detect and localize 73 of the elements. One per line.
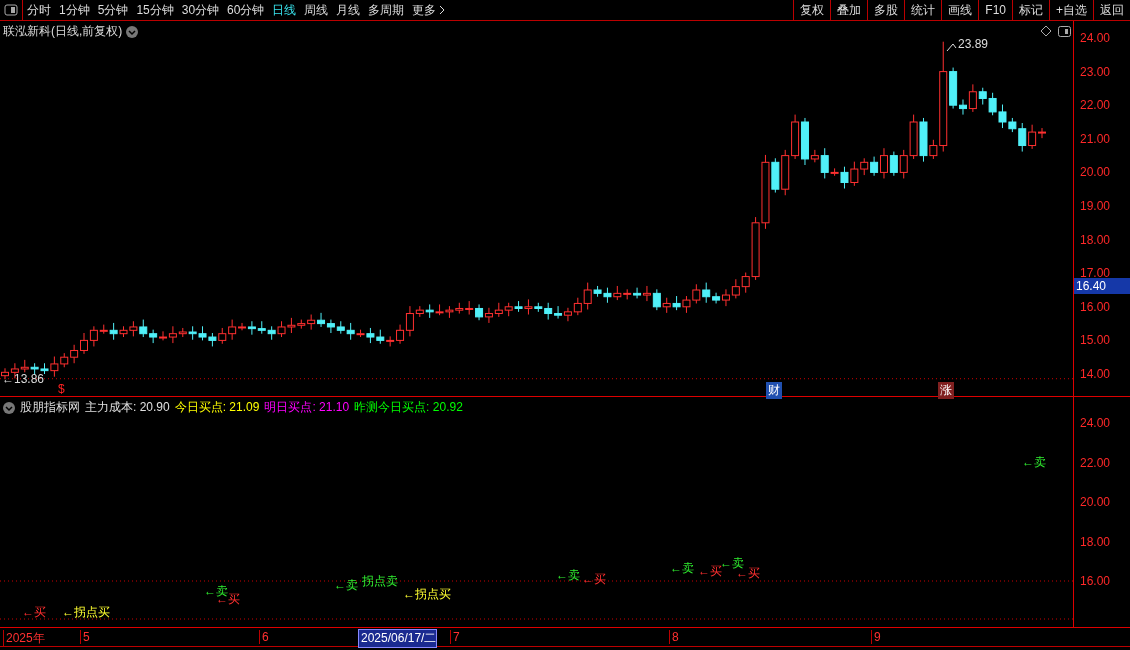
event-marker[interactable]: 涨 [938,382,954,399]
period-tab[interactable]: 多周期 [364,0,409,20]
period-tab[interactable]: 5分钟 [93,0,133,20]
axis-label: 23.00 [1080,64,1111,79]
signal-label: ←拐点买 [62,604,110,621]
event-marker[interactable]: 财 [766,382,782,399]
axis-label: 16.00 [1080,299,1111,314]
axis-label: 20.00 [1080,165,1111,180]
signal-label: ←买 [698,563,722,580]
panel-icon[interactable] [4,4,18,16]
toolbar-button[interactable]: 叠加 [830,0,868,20]
indicator-name: 股朋指标网 [20,399,80,416]
axis-label: 18.00 [1080,534,1111,549]
signal-label: ←卖 [334,577,358,594]
period-tab[interactable]: 周线 [300,0,333,20]
axis-label: 17.00 [1080,266,1111,281]
chevron-down-icon[interactable] [126,25,139,38]
period-tab[interactable]: 15分钟 [132,0,178,20]
date-label: 7 [450,630,460,644]
axis-label: 21.00 [1080,131,1111,146]
axis-label: 22.00 [1080,98,1111,113]
indicator-value: 主力成本: 20.90 [85,399,170,416]
chart-title: 联泓新科(日线,前复权) [3,23,123,40]
date-label: 5 [80,630,90,644]
high-price-label: 23.89 [958,37,989,51]
period-tab[interactable]: 1分钟 [55,0,94,20]
toolbar-button[interactable]: +自选 [1049,0,1093,20]
high-pointer-icon [946,43,957,52]
date-label: 9 [871,630,881,644]
period-tab[interactable]: 30分钟 [177,0,224,20]
signal-label: ←卖 [556,567,580,584]
toolbar-button[interactable]: 画线 [941,0,979,20]
low-price-label: ←13.86 [2,372,45,386]
panel-icon[interactable] [1058,26,1071,37]
axis-label: 14.00 [1080,367,1111,381]
toolbar-button[interactable]: 多股 [867,0,905,20]
axis-label: 19.00 [1080,199,1111,213]
signal-label: 拐点卖 [362,573,398,590]
more-button[interactable]: 更多 [408,0,450,20]
date-label: 2025/06/17/二 [358,629,438,648]
signal-label: ←卖 [670,560,694,577]
chevron-right-icon [439,5,446,15]
signal-label: ←卖 [1022,454,1046,471]
toolbar-button[interactable]: 返回 [1093,0,1130,20]
indicator-value: 昨测今日买点: 20.92 [354,399,463,416]
period-tab[interactable]: 日线 [268,0,301,20]
event-marker[interactable]: $ [56,382,67,396]
toolbar-button[interactable]: 标记 [1012,0,1049,20]
indicator-value: 明日买点: 21.10 [264,399,350,416]
indicator-value: 今日买点: 21.09 [174,399,260,416]
axis-label: 24.00 [1080,31,1111,45]
axis-label: 20.00 [1080,495,1111,509]
date-label: 8 [669,630,679,644]
signal-label: ←卖 [204,583,228,598]
toolbar-button[interactable]: F10 [978,0,1012,20]
diamond-icon[interactable] [1040,25,1052,37]
axis-label: 22.00 [1080,455,1111,470]
toolbar-button[interactable]: 统计 [904,0,942,20]
period-tab[interactable]: 月线 [332,0,365,20]
axis-label: 16.00 [1080,574,1111,588]
date-label: 6 [259,630,269,644]
signal-label: ←买 [22,604,46,621]
axis-label: 24.00 [1080,416,1111,430]
axis-label: 15.00 [1080,333,1111,348]
axis-label: 18.00 [1080,232,1111,247]
chevron-down-icon[interactable] [3,401,15,414]
toolbar-button[interactable]: 复权 [793,0,831,20]
date-label: 2025年 [3,630,45,647]
current-price-tag: 16.40 [1074,278,1130,294]
period-tab[interactable]: 60分钟 [223,0,269,20]
signal-label: ←拐点买 [403,586,451,603]
period-tab[interactable]: 分时 [23,0,55,20]
signal-label: ←买 [582,571,606,588]
